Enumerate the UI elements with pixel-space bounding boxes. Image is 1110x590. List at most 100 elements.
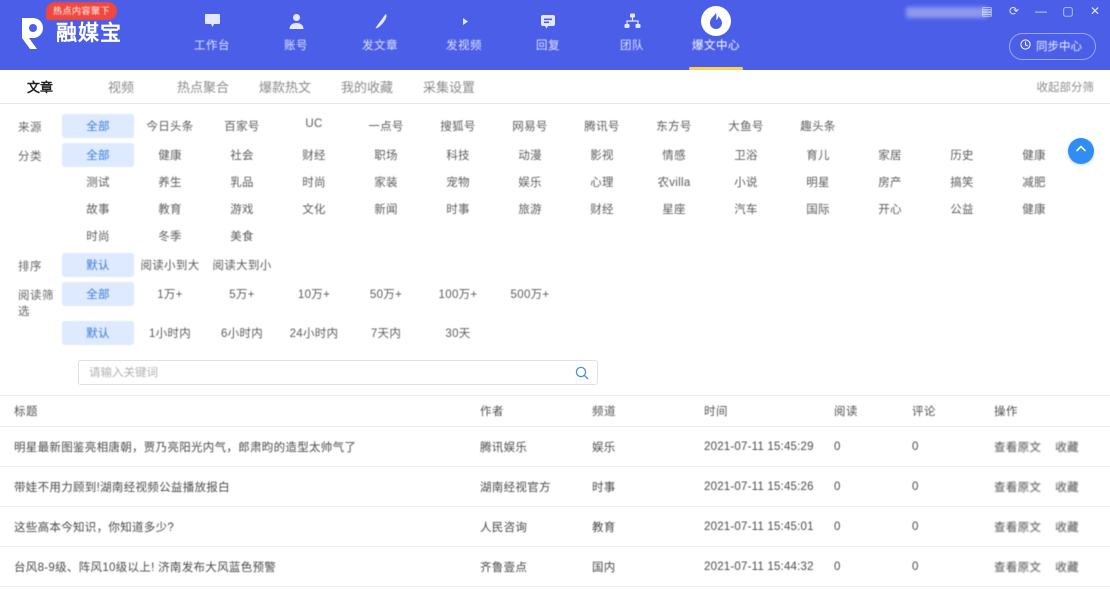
tab-hot-articles[interactable]: 爆款热文 [244, 77, 326, 96]
view-original-link[interactable]: 查看原文 [994, 519, 1041, 535]
refresh-icon[interactable]: ⟳ [1007, 4, 1021, 18]
filter-option[interactable]: 500万+ [494, 282, 566, 306]
filter-option[interactable]: 时事 [422, 197, 494, 221]
filter-option[interactable]: 100万+ [422, 282, 494, 306]
minimize-icon[interactable]: — [1034, 4, 1048, 18]
filter-option[interactable]: 24小时内 [278, 321, 350, 345]
filter-option[interactable]: 娱乐 [494, 170, 566, 194]
filter-option[interactable]: 网易号 [494, 114, 566, 138]
search-box[interactable] [78, 360, 598, 385]
filter-option[interactable]: 30天 [422, 321, 494, 345]
filter-option[interactable]: 财经 [278, 143, 350, 167]
filter-option[interactable]: 腾讯号 [566, 114, 638, 138]
filter-option[interactable]: 7天内 [350, 321, 422, 345]
filter-option[interactable]: 开心 [854, 197, 926, 221]
filter-option[interactable]: 默认 [62, 253, 134, 277]
nav-item-publish-video[interactable]: 发视频 [422, 0, 506, 70]
minimize-panel-icon[interactable]: ▤ [980, 4, 994, 18]
filter-option[interactable]: 职场 [350, 143, 422, 167]
filter-option[interactable]: 健康 [998, 143, 1070, 167]
filter-option[interactable]: 游戏 [206, 197, 278, 221]
tab-article[interactable]: 文章 [0, 77, 80, 96]
table-row[interactable]: 台风8-9级、阵风10级以上! 济南发布大风蓝色预警齐鲁壹点国内2021-07-… [0, 547, 1110, 587]
view-original-link[interactable]: 查看原文 [994, 479, 1041, 495]
filter-option[interactable]: 阅读大到小 [206, 253, 278, 277]
filter-option[interactable]: 5万+ [206, 282, 278, 306]
filter-option[interactable]: 社会 [206, 143, 278, 167]
filter-option[interactable]: 全部 [62, 143, 134, 167]
filter-option[interactable]: 养生 [134, 170, 206, 194]
filter-option[interactable]: 全部 [62, 114, 134, 138]
row-title[interactable]: 台风8-9级、阵风10级以上! 济南发布大风蓝色预警 [0, 559, 480, 575]
filter-option[interactable]: 动漫 [494, 143, 566, 167]
filter-option[interactable]: 健康 [134, 143, 206, 167]
filter-option[interactable]: 卫浴 [710, 143, 782, 167]
filter-option[interactable]: 冬季 [134, 224, 206, 248]
filter-option[interactable]: 10万+ [278, 282, 350, 306]
filter-option[interactable]: 国际 [782, 197, 854, 221]
filter-option[interactable]: 房产 [854, 170, 926, 194]
filter-option[interactable]: 健康 [998, 197, 1070, 221]
filter-option[interactable]: 心理 [566, 170, 638, 194]
row-title[interactable]: 带娃不用力顾到!湖南经视频公益播放报白 [0, 479, 480, 495]
favorite-link[interactable]: 收藏 [1055, 559, 1079, 575]
filter-option[interactable]: 财经 [566, 197, 638, 221]
nav-item-account[interactable]: 账号 [254, 0, 338, 70]
filter-option[interactable]: 汽车 [710, 197, 782, 221]
nav-item-publish-article[interactable]: 发文章 [338, 0, 422, 70]
filter-option[interactable]: 宠物 [422, 170, 494, 194]
favorite-link[interactable]: 收藏 [1055, 439, 1079, 455]
table-row[interactable]: 明星最新图鉴亮相唐朝，贾乃亮阳光内气，郎肃昀的造型太帅气了腾讯娱乐娱乐2021-… [0, 427, 1110, 467]
filter-option[interactable]: 阅读小到大 [134, 253, 206, 277]
filter-option[interactable]: 乳品 [206, 170, 278, 194]
filter-option[interactable]: 公益 [926, 197, 998, 221]
filter-option[interactable]: 情感 [638, 143, 710, 167]
view-original-link[interactable]: 查看原文 [994, 439, 1041, 455]
filter-option[interactable]: 趣头条 [782, 114, 854, 138]
nav-item-workbench[interactable]: 工作台 [170, 0, 254, 70]
filter-option[interactable]: 测试 [62, 170, 134, 194]
tab-my-favorites[interactable]: 我的收藏 [326, 77, 408, 96]
tab-collect-settings[interactable]: 采集设置 [408, 77, 490, 96]
filter-option[interactable]: 东方号 [638, 114, 710, 138]
filter-option[interactable]: 今日头条 [134, 114, 206, 138]
nav-item-hot-center[interactable]: 爆文中心 [674, 0, 758, 70]
filter-option[interactable]: 明星 [782, 170, 854, 194]
tab-video[interactable]: 视频 [80, 77, 162, 96]
filter-option[interactable]: 家装 [350, 170, 422, 194]
filter-option[interactable]: 全部 [62, 282, 134, 306]
filter-option[interactable]: 1万+ [134, 282, 206, 306]
filter-option[interactable]: 默认 [62, 321, 134, 345]
filter-option[interactable]: 50万+ [350, 282, 422, 306]
filter-option[interactable]: 美食 [206, 224, 278, 248]
search-input[interactable] [89, 367, 575, 379]
collapse-filters-link[interactable]: 收起部分筛 [1037, 79, 1095, 95]
table-row[interactable]: 带娃不用力顾到!湖南经视频公益播放报白湖南经视官方时事2021-07-11 15… [0, 467, 1110, 507]
favorite-link[interactable]: 收藏 [1055, 479, 1079, 495]
filter-option[interactable]: UC [278, 114, 350, 138]
filter-option[interactable]: 1小时内 [134, 321, 206, 345]
view-original-link[interactable]: 查看原文 [994, 559, 1041, 575]
filter-option[interactable]: 搜狐号 [422, 114, 494, 138]
table-row[interactable]: 这些高本今知识，你知道多少?人民咨询教育2021-07-11 15:45:010… [0, 507, 1110, 547]
filter-option[interactable]: 百家号 [206, 114, 278, 138]
nav-item-team[interactable]: 团队 [590, 0, 674, 70]
filter-option[interactable]: 时尚 [62, 224, 134, 248]
filter-option[interactable]: 小说 [710, 170, 782, 194]
close-icon[interactable]: ✕ [1088, 4, 1102, 18]
filter-option[interactable]: 一点号 [350, 114, 422, 138]
favorite-link[interactable]: 收藏 [1055, 519, 1079, 535]
nav-item-reply[interactable]: 回复 [506, 0, 590, 70]
filter-option[interactable]: 6小时内 [206, 321, 278, 345]
filter-option[interactable]: 育儿 [782, 143, 854, 167]
back-to-top-button[interactable] [1068, 138, 1094, 164]
filter-option[interactable]: 时尚 [278, 170, 350, 194]
filter-option[interactable]: 搞笑 [926, 170, 998, 194]
filter-option[interactable]: 影视 [566, 143, 638, 167]
filter-option[interactable]: 星座 [638, 197, 710, 221]
filter-option[interactable]: 新闻 [350, 197, 422, 221]
filter-option[interactable]: 故事 [62, 197, 134, 221]
filter-option[interactable]: 科技 [422, 143, 494, 167]
sync-center-button[interactable]: 同步中心 [1009, 33, 1096, 60]
filter-option[interactable]: 家居 [854, 143, 926, 167]
